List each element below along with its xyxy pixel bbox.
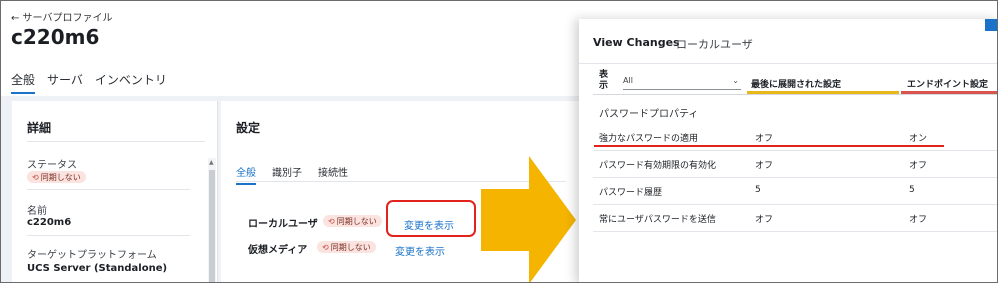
row-deployed-value: オフ (755, 161, 774, 171)
target-platform-value: UCS Server (Standalone) (27, 263, 168, 274)
details-heading: 詳細 (27, 121, 52, 135)
row-name: パスワード履歴 (599, 188, 663, 198)
tab-general[interactable]: 全般 (11, 71, 36, 94)
scrollbar-thumb[interactable] (209, 170, 215, 282)
sync-icon: ⟲ (322, 242, 329, 252)
details-scrollbar[interactable]: ▲ (208, 158, 216, 282)
row-endpoint-value: オン (909, 134, 928, 144)
scroll-up-icon[interactable]: ▲ (209, 159, 214, 166)
divider (27, 235, 190, 236)
row-endpoint-value: オフ (909, 161, 928, 171)
divider (593, 177, 997, 178)
status-badge-text: 同期しない (40, 172, 81, 182)
sync-icon: ⟲ (32, 172, 39, 182)
divider (593, 94, 997, 95)
settings-heading: 設定 (236, 121, 261, 135)
arrow-right-icon (481, 156, 576, 282)
virtual-media-badge: ⟲ 同期しない (317, 241, 376, 253)
divider (593, 150, 997, 151)
name-label: 名前 (27, 206, 47, 217)
column-deployed: 最後に展開された設定 (751, 80, 842, 90)
corner-button[interactable] (985, 19, 997, 31)
filter-select[interactable]: All ⌄ (623, 76, 741, 90)
group-title: パスワードプロパティ (599, 109, 699, 120)
row-deployed-value: 5 (755, 185, 761, 195)
divider (27, 141, 205, 142)
row-deployed-value: オフ (755, 215, 774, 225)
back-link[interactable]: ← サーバプロファイル (11, 9, 112, 24)
tab-inventory[interactable]: インベントリ (95, 71, 167, 94)
virtual-media-view-changes-link[interactable]: 変更を表示 (395, 243, 445, 258)
highlight-box (386, 200, 476, 237)
row-name: 強力なパスワードの適用 (599, 134, 699, 144)
panel-header: View Changes ローカルユーザ (579, 19, 997, 64)
view-changes-panel: View Changes ローカルユーザ 表示 All ⌄ 最後に展開された設定… (579, 19, 997, 282)
column-endpoint: エンドポイント設定 (907, 80, 989, 90)
panel-subtitle: ローカルユーザ (676, 38, 753, 51)
divider (27, 189, 190, 190)
status-badge: ⟲ 同期しない (27, 171, 86, 183)
row-endpoint-value: オフ (909, 215, 928, 225)
divider (593, 231, 997, 232)
name-value: c220m6 (27, 217, 72, 228)
page-title: c220m6 (11, 25, 100, 49)
screenshot-frame: ← サーバプロファイル c220m6 全般 サーバ インベントリ 詳細 ステータ… (0, 0, 998, 283)
filter-label: 表示 (599, 70, 609, 91)
sync-icon: ⟲ (328, 216, 335, 226)
tab-server[interactable]: サーバ (47, 71, 83, 94)
highlight-underline (594, 145, 944, 147)
row-endpoint-value: 5 (909, 185, 915, 195)
row-deployed-value: オフ (755, 134, 774, 144)
details-card: 詳細 ステータス ⟲ 同期しない 名前 c220m6 ターゲットプラットフォーム… (12, 101, 218, 282)
panel-title: View Changes (593, 36, 680, 49)
local-user-badge: ⟲ 同期しない (323, 215, 382, 227)
virtual-media-label: 仮想メディア (248, 245, 308, 256)
chevron-down-icon: ⌄ (732, 76, 739, 85)
divider (593, 204, 997, 205)
row-name: パスワード有効期限の有効化 (599, 161, 717, 171)
status-label: ステータス (27, 160, 77, 171)
local-user-label: ローカルユーザ (248, 219, 318, 230)
local-user-badge-text: 同期しない (336, 216, 377, 226)
filter-select-value: All (623, 76, 633, 85)
profile-tabs: 全般 サーバ インベントリ (11, 71, 167, 94)
virtual-media-badge-text: 同期しない (330, 242, 371, 252)
row-name: 常にユーザパスワードを送信 (599, 215, 716, 225)
target-platform-label: ターゲットプラットフォーム (27, 250, 157, 261)
